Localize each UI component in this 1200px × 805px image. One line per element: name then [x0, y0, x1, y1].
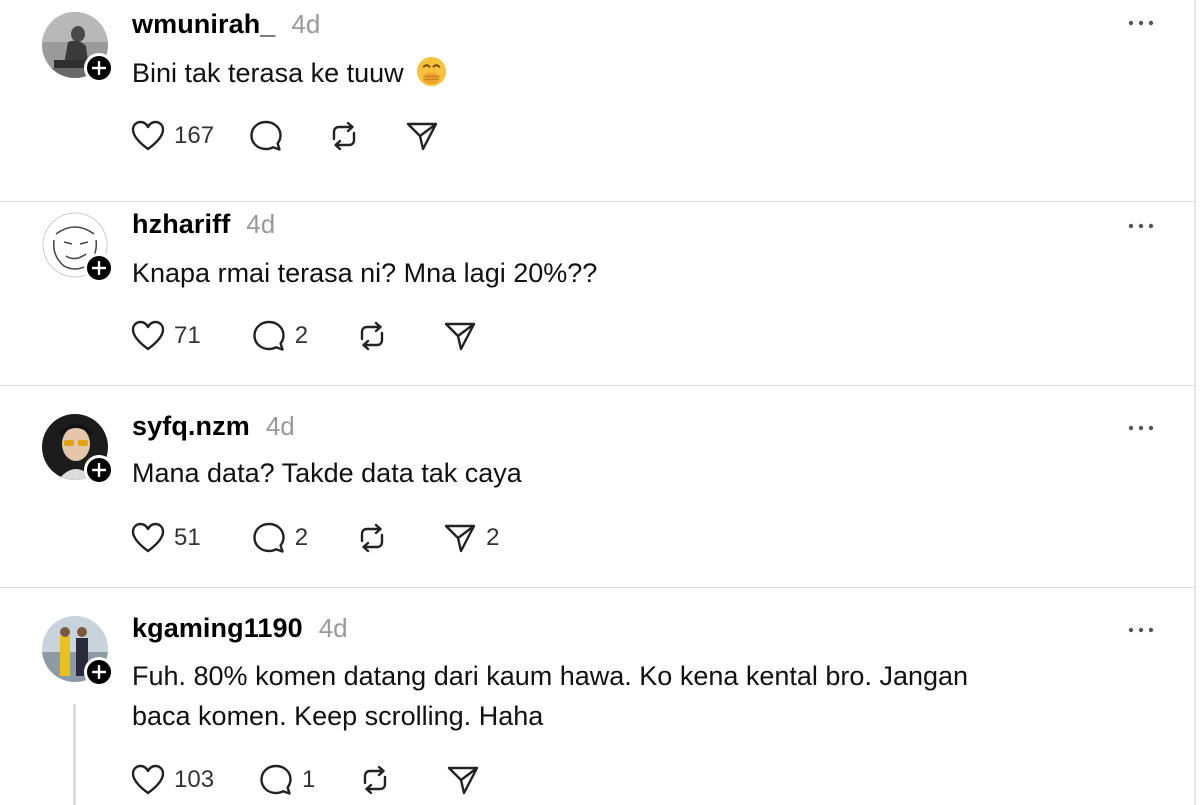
reply-button[interactable]: [248, 118, 292, 154]
repost-icon: [364, 765, 387, 795]
timestamp[interactable]: 4d: [266, 411, 295, 442]
plus-icon: [92, 463, 106, 477]
post: kgaming1190 4d Fuh. 80% komen datang dar…: [0, 588, 1196, 805]
plus-icon: [92, 665, 106, 679]
reply-count: 1: [302, 766, 316, 793]
like-count: 71: [174, 322, 201, 349]
post: syfq.nzm 4d Mana data? Takde data tak ca…: [0, 386, 1196, 588]
plus-icon: [92, 261, 106, 275]
follow-button[interactable]: [84, 657, 114, 687]
post-text-content: Bini tak terasa ke tuuw: [132, 58, 404, 88]
like-button[interactable]: 71: [130, 318, 201, 354]
thread-line: [73, 704, 76, 805]
username[interactable]: wmunirah_: [132, 9, 275, 40]
comment-icon: [253, 522, 285, 553]
post-header: kgaming1190 4d: [132, 613, 348, 647]
repost-icon: [360, 523, 384, 553]
like-count: 167: [174, 122, 215, 149]
send-icon: [406, 122, 438, 151]
post: wmunirah_ 4d Bini tak terasa ke tuuw 167: [0, 0, 1196, 202]
share-button[interactable]: [445, 762, 489, 798]
like-button[interactable]: 51: [130, 520, 201, 556]
post-text: Bini tak terasa ke tuuw: [132, 53, 1082, 93]
heart-icon: [131, 522, 165, 553]
username[interactable]: hzhariff: [132, 209, 230, 240]
post-text-line: baca komen. Keep scrolling. Haha: [132, 701, 544, 731]
follow-button[interactable]: [84, 455, 114, 485]
action-bar: 167: [130, 118, 482, 154]
share-button[interactable]: [442, 318, 486, 354]
post-header: wmunirah_ 4d: [132, 9, 320, 43]
repost-button[interactable]: [354, 520, 398, 556]
follow-button[interactable]: [84, 253, 114, 283]
more-icon[interactable]: [1126, 216, 1156, 236]
send-icon: [444, 524, 476, 553]
send-icon: [444, 322, 476, 351]
share-button[interactable]: [404, 118, 448, 154]
heart-icon: [131, 120, 165, 151]
heart-icon: [131, 764, 165, 795]
username[interactable]: syfq.nzm: [132, 411, 250, 442]
post-text-content: Knapa rmai terasa ni? Mna lagi 20%??: [132, 258, 598, 288]
plus-icon: [92, 61, 106, 75]
more-icon[interactable]: [1126, 620, 1156, 640]
like-count: 103: [174, 766, 215, 793]
comment-icon: [260, 764, 292, 795]
like-button[interactable]: 167: [130, 118, 214, 154]
like-count: 51: [174, 524, 201, 551]
action-bar: 51 2 2: [130, 520, 533, 556]
repost-button[interactable]: [357, 762, 401, 798]
action-bar: 71 2: [130, 318, 520, 354]
post-header: hzhariff 4d: [132, 209, 275, 243]
action-bar: 103 1: [130, 762, 523, 798]
reply-button[interactable]: 1: [258, 762, 315, 798]
post-text-content: Mana data? Takde data tak caya: [132, 458, 522, 488]
timestamp[interactable]: 4d: [319, 613, 348, 644]
share-button[interactable]: 2: [442, 520, 499, 556]
post: hzhariff 4d Knapa rmai terasa ni? Mna la…: [0, 184, 1196, 386]
timestamp[interactable]: 4d: [246, 209, 275, 240]
more-icon[interactable]: [1126, 13, 1156, 33]
reply-count: 2: [294, 322, 309, 349]
comment-icon: [253, 320, 285, 351]
timestamp[interactable]: 4d: [291, 9, 320, 40]
reply-button[interactable]: 2: [251, 318, 308, 354]
post-header: syfq.nzm 4d: [132, 411, 295, 445]
repost-button[interactable]: [354, 318, 398, 354]
post-text-line: Fuh. 80% komen datang dari kaum hawa. Ko…: [132, 661, 969, 691]
like-button[interactable]: 103: [130, 762, 214, 798]
repost-icon: [332, 121, 356, 151]
share-count: 2: [486, 524, 500, 551]
send-icon: [448, 766, 479, 795]
username[interactable]: kgaming1190: [132, 613, 303, 644]
post-text: Fuh. 80% komen datang dari kaum hawa. Ko…: [132, 656, 1082, 736]
follow-button[interactable]: [84, 53, 114, 83]
face-with-hand-over-mouth-icon: [417, 56, 447, 87]
repost-icon: [360, 321, 384, 351]
more-icon[interactable]: [1126, 418, 1156, 438]
heart-icon: [131, 320, 165, 351]
repost-button[interactable]: [326, 118, 370, 154]
post-text: Mana data? Takde data tak caya: [132, 453, 1082, 493]
comment-icon: [250, 120, 282, 151]
reply-count: 2: [294, 524, 309, 551]
post-text: Knapa rmai terasa ni? Mna lagi 20%??: [132, 253, 1082, 293]
reply-button[interactable]: 2: [251, 520, 308, 556]
